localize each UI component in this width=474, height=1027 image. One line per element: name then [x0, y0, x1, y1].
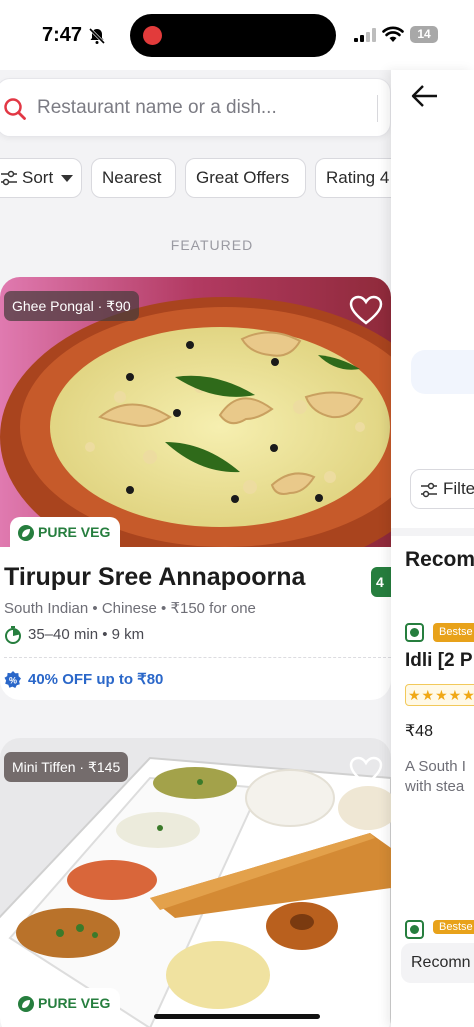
great-offers-chip[interactable]: Great Offers: [185, 158, 306, 198]
screen: 7:47 14 Restaurant name or a dish... Sor…: [0, 0, 474, 1027]
bestseller-badge: Bestse: [433, 623, 474, 642]
restaurant-card[interactable]: Ghee Pongal · ₹90 PURE VEG Tirupur Sree …: [0, 277, 391, 700]
description-line: A South I: [405, 758, 466, 775]
sort-chip[interactable]: Sort: [0, 158, 82, 198]
search-divider: [377, 95, 378, 122]
featured-heading: FEATURED: [170, 237, 254, 253]
star-rating-icon: ★★★★★: [405, 684, 474, 706]
chevron-down-icon: [61, 175, 73, 182]
home-indicator[interactable]: [154, 1014, 320, 1019]
offer-line: % 40% OFF up to ₹80: [4, 670, 163, 689]
rating-chip-label: Rating 4: [326, 168, 390, 187]
sliders-icon: [421, 482, 437, 498]
pure-veg-label: PURE VEG: [38, 524, 111, 540]
sort-chip-label: Sort: [22, 168, 54, 187]
nearest-chip[interactable]: Nearest: [91, 158, 176, 198]
battery-indicator: 14: [410, 26, 438, 43]
time-distance-text: 35–40 min • 9 km: [28, 626, 145, 643]
veg-mark-icon: [405, 920, 424, 939]
restaurant-name[interactable]: Tirupur Sree Annapoorna: [4, 563, 305, 592]
wifi-icon: [382, 26, 404, 42]
pure-veg-tag: PURE VEG: [10, 988, 121, 1018]
heart-icon[interactable]: [349, 756, 383, 786]
leaf-icon: [18, 996, 34, 1013]
status-time: 7:47: [42, 24, 83, 46]
restaurant-meta: South Indian • Chinese • ₹150 for one: [4, 600, 256, 617]
recommended-heading: Recom: [405, 548, 474, 571]
restaurant-card[interactable]: Mini Tiffen · ₹145 PURE VEG: [0, 738, 391, 1027]
rating-chip[interactable]: Rating 4: [315, 158, 391, 198]
dish-price-badge: Mini Tiffen · ₹145: [4, 752, 129, 782]
dashed-divider: [4, 657, 391, 658]
restaurant-detail-pane: Filte Recom Bestse Idli [2 P ★★★★★ ₹48 A…: [391, 70, 474, 1027]
great-offers-chip-label: Great Offers: [196, 168, 290, 187]
pure-veg-label: PURE VEG: [38, 995, 111, 1011]
search-bar[interactable]: Restaurant name or a dish...: [0, 78, 391, 137]
description-line: with stea: [405, 778, 465, 795]
rating-badge: 4: [371, 567, 391, 597]
recommended-menu-button[interactable]: Recomn: [401, 943, 474, 983]
discount-icon: %: [4, 671, 21, 689]
search-input[interactable]: Restaurant name or a dish...: [37, 97, 277, 119]
dish-image-pongal: Ghee Pongal · ₹90 PURE VEG: [0, 277, 391, 547]
menu-item-price: ₹48: [405, 723, 433, 740]
delivery-time: 35–40 min • 9 km: [4, 626, 145, 645]
offer-text: 40% OFF up to ₹80: [28, 671, 164, 688]
svg-text:%: %: [9, 676, 17, 686]
leaf-icon: [18, 525, 34, 542]
filter-row: Sort Nearest Great Offers Rating 4: [0, 158, 391, 198]
back-arrow-icon[interactable]: [411, 84, 439, 108]
bestseller-badge: Bestse: [433, 920, 474, 934]
menu-item-description: A South I with stea: [405, 757, 474, 797]
nearest-chip-label: Nearest: [102, 168, 162, 187]
dynamic-island: [130, 14, 336, 57]
dish-price-badge: Ghee Pongal · ₹90: [4, 291, 139, 321]
pure-veg-tag: PURE VEG: [10, 517, 121, 547]
menu-search-box[interactable]: [411, 350, 474, 394]
search-icon: [4, 98, 26, 120]
restaurant-list-pane: Restaurant name or a dish... Sort Neares…: [0, 70, 391, 1027]
dish-image-tiffin: Mini Tiffen · ₹145 PURE VEG: [0, 738, 391, 1027]
recording-dot-icon: [143, 26, 162, 45]
section-divider: [391, 528, 474, 536]
menu-item-name[interactable]: Idli [2 P: [405, 650, 473, 672]
bell-muted-icon: [88, 27, 106, 45]
sliders-icon: [1, 170, 17, 186]
status-bar: 7:47 14: [0, 0, 474, 70]
heart-icon[interactable]: [349, 295, 383, 325]
veg-mark-icon: [405, 623, 424, 642]
timer-icon: [5, 626, 21, 645]
filter-button[interactable]: Filte: [410, 469, 474, 509]
signal-icon: [354, 28, 376, 42]
filter-button-label: Filte: [443, 479, 474, 498]
